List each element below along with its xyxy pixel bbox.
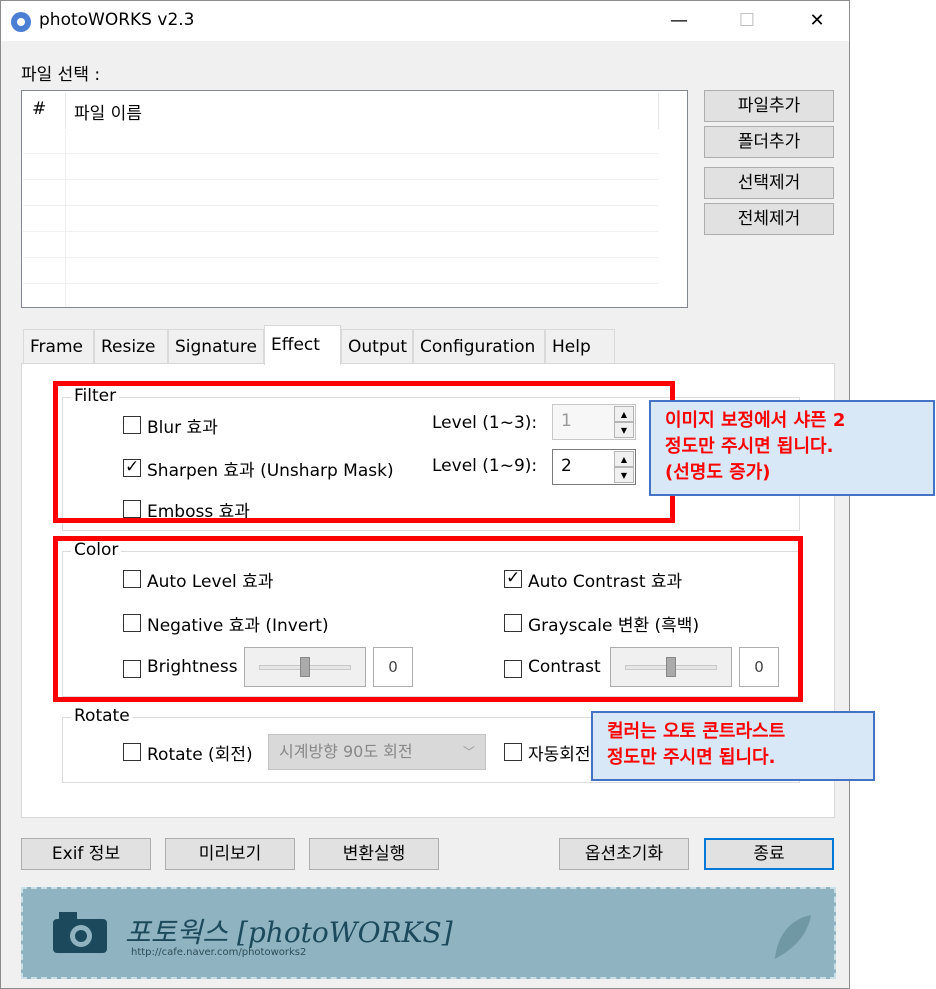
column-header-index: # xyxy=(32,99,47,119)
title-bar[interactable]: photoWORKS v2.3 — ☐ ✕ xyxy=(1,1,849,41)
window-title: photoWORKS v2.3 xyxy=(39,10,195,30)
tab-resize[interactable]: Resize xyxy=(94,329,168,364)
banner-url: http://cafe.naver.com/photoworks2 xyxy=(131,947,307,958)
rotate-checkbox[interactable] xyxy=(123,743,141,761)
list-row-line xyxy=(23,179,658,180)
tab-effect[interactable]: Effect xyxy=(264,325,341,365)
list-row-line xyxy=(23,257,658,258)
color-annotation-callout: 컬러는 오토 콘트라스트 정도만 주시면 됩니다. xyxy=(591,711,875,781)
callout-line: (선명도 증가) xyxy=(665,462,771,483)
preview-button[interactable]: 미리보기 xyxy=(165,838,295,870)
convert-button[interactable]: 변환실행 xyxy=(309,838,439,870)
color-highlight-box xyxy=(53,536,803,702)
exif-info-button[interactable]: Exif 정보 xyxy=(21,838,151,870)
auto-rotate-label: 자동회전 xyxy=(528,745,591,765)
column-header-filename: 파일 이름 xyxy=(74,104,142,124)
list-row-line xyxy=(23,283,658,284)
remove-selected-button[interactable]: 선택제거 xyxy=(704,167,834,199)
filter-highlight-box xyxy=(53,381,675,523)
tab-signature[interactable]: Signature xyxy=(168,329,264,364)
callout-line: 이미지 보정에서 샤픈 2 xyxy=(665,410,846,431)
reset-options-button[interactable]: 옵션초기화 xyxy=(559,838,689,870)
photoworks-banner[interactable]: 포토웍스 [photoWORKS] http://cafe.naver.com/… xyxy=(21,887,836,979)
file-select-label: 파일 선택 : xyxy=(21,65,101,85)
remove-all-button[interactable]: 전체제거 xyxy=(704,203,834,235)
list-row-line xyxy=(23,205,658,206)
tab-output[interactable]: Output xyxy=(341,329,413,364)
column-divider xyxy=(65,131,66,307)
app-camera-icon xyxy=(11,12,31,32)
auto-rotate-checkbox[interactable] xyxy=(504,743,522,761)
rotate-direction-value: 시계방향 90도 회전 xyxy=(279,742,413,761)
camera-icon xyxy=(53,912,107,953)
rotate-group-title: Rotate xyxy=(71,706,133,726)
tab-help[interactable]: Help xyxy=(545,329,615,364)
banner-title: 포토웍스 [photoWORKS] xyxy=(125,916,453,949)
minimize-button[interactable]: — xyxy=(649,1,709,41)
callout-line: 컬러는 오토 콘트라스트 xyxy=(607,721,786,742)
rotate-direction-select[interactable]: 시계방향 90도 회전 ﹀ xyxy=(268,734,486,770)
add-folder-button[interactable]: 폴더추가 xyxy=(704,126,834,158)
chevron-down-icon: ﹀ xyxy=(462,745,475,759)
tab-frame[interactable]: Frame xyxy=(23,329,94,364)
list-row-line xyxy=(23,231,658,232)
column-divider xyxy=(658,93,659,129)
add-file-button[interactable]: 파일추가 xyxy=(704,90,834,122)
column-divider xyxy=(65,93,66,129)
callout-line: 정도만 주시면 됩니다. xyxy=(665,436,834,457)
rotate-label: Rotate (회전) xyxy=(147,745,253,765)
maximize-button[interactable]: ☐ xyxy=(717,1,777,41)
tab-configuration[interactable]: Configuration xyxy=(413,329,545,364)
list-row-line xyxy=(23,153,658,154)
close-button[interactable]: ✕ xyxy=(787,1,847,41)
callout-line: 정도만 주시면 됩니다. xyxy=(607,747,776,768)
filter-annotation-callout: 이미지 보정에서 샤픈 2 정도만 주시면 됩니다. (선명도 증가) xyxy=(649,400,935,496)
file-list[interactable]: # 파일 이름 xyxy=(21,90,688,308)
feather-icon xyxy=(775,915,811,959)
exit-button[interactable]: 종료 xyxy=(704,838,834,870)
